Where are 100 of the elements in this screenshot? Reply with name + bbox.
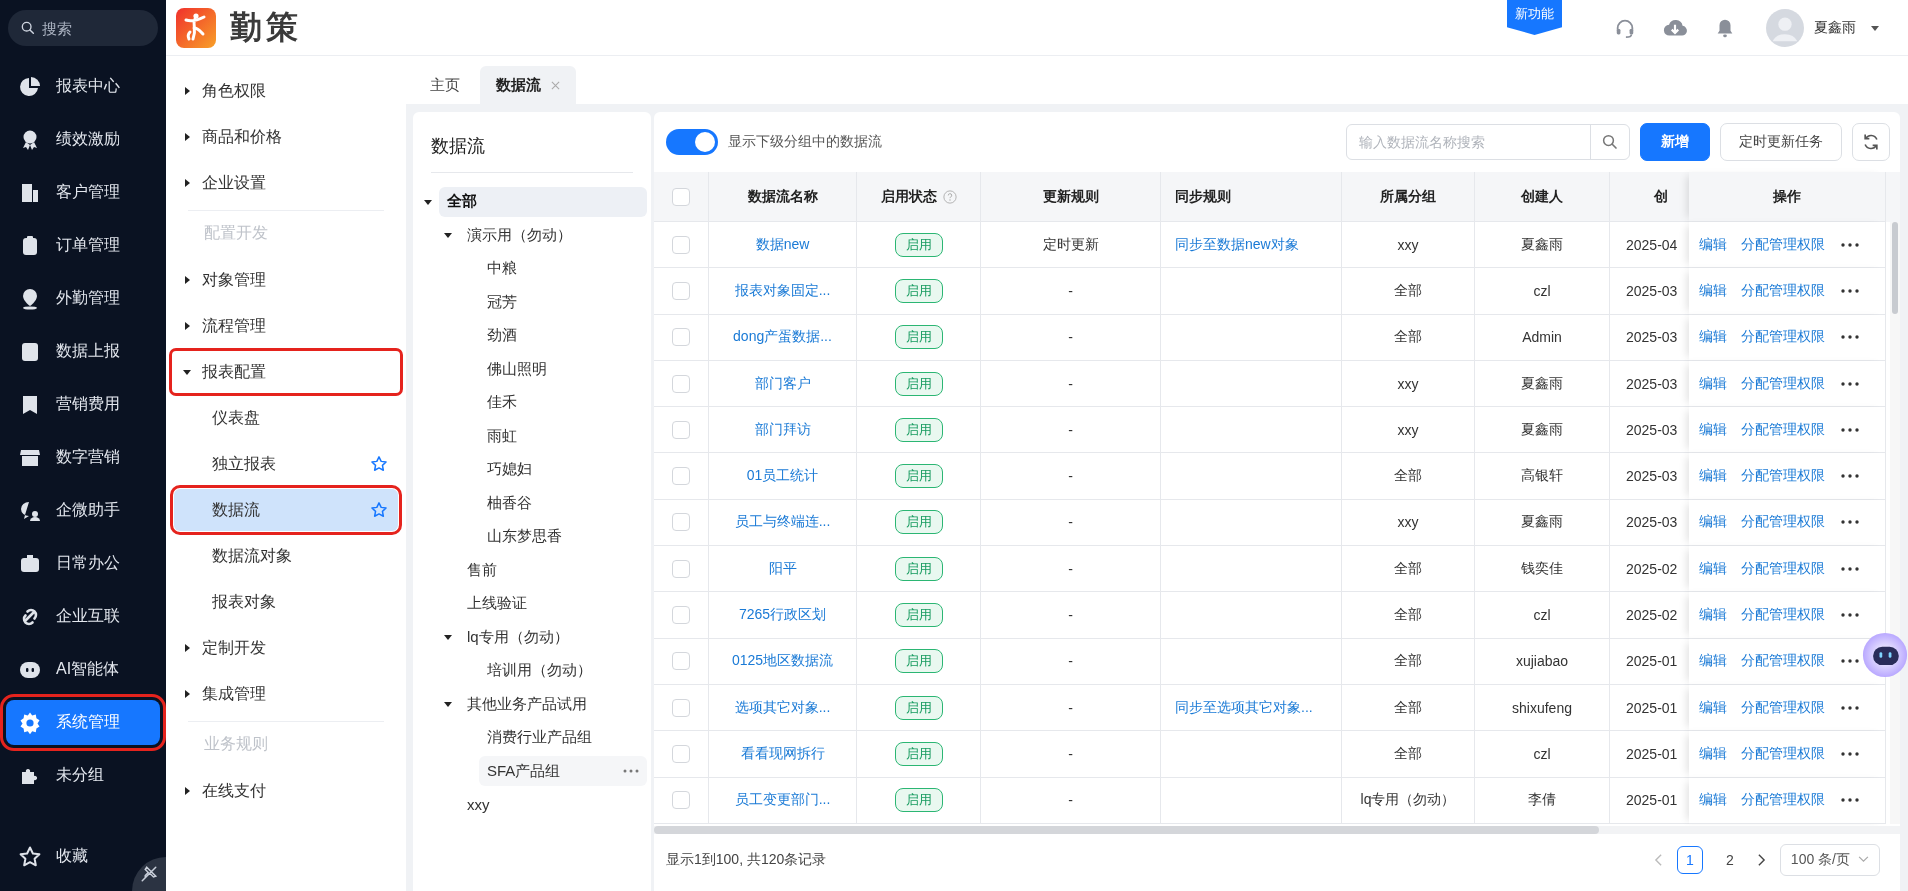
checkbox[interactable] (672, 328, 690, 347)
name-link[interactable]: 部门拜访 (754, 420, 811, 439)
checkbox[interactable] (672, 235, 690, 254)
edit-link[interactable]: 编辑 (1699, 606, 1727, 624)
more-icon[interactable] (1841, 520, 1859, 525)
caret-icon[interactable] (182, 643, 192, 653)
permission-link[interactable]: 分配管理权限 (1741, 606, 1825, 624)
caret-icon[interactable] (182, 178, 192, 188)
tree-item[interactable]: 佛山照明 (479, 354, 647, 385)
edit-link[interactable]: 编辑 (1699, 281, 1727, 300)
menu-group[interactable]: 定制开发 (172, 627, 400, 669)
name-link[interactable]: 员工变更部门... (734, 791, 831, 810)
tree-item[interactable]: 培训用（勿动） (479, 655, 647, 686)
more-icon[interactable] (1841, 659, 1859, 664)
tree-item[interactable]: 上线验证 (459, 588, 647, 619)
nav-item[interactable]: AI智能体 (6, 647, 160, 692)
checkbox[interactable] (672, 281, 690, 300)
edit-link[interactable]: 编辑 (1699, 235, 1727, 254)
checkbox[interactable] (672, 652, 690, 671)
menu-group[interactable]: 流程管理 (172, 305, 400, 347)
more-icon[interactable] (1841, 613, 1859, 617)
more-icon[interactable] (1841, 242, 1859, 247)
page-button[interactable]: 1 (1676, 845, 1703, 874)
caret-icon[interactable] (182, 367, 192, 377)
checkbox[interactable] (672, 374, 690, 393)
nav-item[interactable]: 营销费用 (6, 382, 160, 427)
permission-link[interactable]: 分配管理权限 (1741, 328, 1825, 347)
checkbox[interactable] (672, 744, 690, 763)
refresh-button[interactable] (1852, 123, 1890, 161)
tree-item[interactable]: 演示用（勿动） (459, 220, 647, 251)
nav-item[interactable]: 数据上报 (6, 329, 160, 374)
schedule-button[interactable]: 定时更新任务 (1720, 123, 1842, 161)
name-link[interactable]: 01员工统计 (746, 467, 819, 486)
menu-group[interactable]: 在线支付 (172, 770, 400, 812)
permission-link[interactable]: 分配管理权限 (1741, 281, 1825, 300)
nav-item[interactable]: 客户管理 (6, 170, 160, 215)
add-button[interactable]: 新增 (1640, 123, 1710, 161)
permission-link[interactable]: 分配管理权限 (1741, 744, 1825, 763)
star-icon[interactable] (370, 501, 388, 519)
more-icon[interactable] (1841, 335, 1859, 340)
favorites-item[interactable]: 收藏 (6, 834, 126, 879)
name-link[interactable]: 看看现网拆行 (740, 744, 825, 763)
name-link[interactable]: 部门客户 (754, 374, 811, 393)
next-page-icon[interactable] (1756, 852, 1766, 867)
permission-link[interactable]: 分配管理权限 (1741, 420, 1825, 439)
menu-item[interactable]: 数据流对象 (174, 535, 398, 577)
page-size-select[interactable]: 100 条/页 (1779, 843, 1880, 876)
menu-item[interactable]: 独立报表 (174, 443, 398, 485)
nav-item[interactable]: 订单管理 (6, 223, 160, 268)
menu-group[interactable]: 企业设置 (172, 162, 400, 204)
tree-item[interactable]: 中粮 (479, 253, 647, 284)
edit-link[interactable]: 编辑 (1699, 698, 1727, 717)
edit-link[interactable]: 编辑 (1699, 791, 1727, 810)
nav-item[interactable]: 未分组 (6, 753, 160, 798)
page-button[interactable]: 2 (1716, 845, 1743, 874)
permission-link[interactable]: 分配管理权限 (1741, 559, 1825, 578)
more-icon[interactable] (1841, 288, 1859, 293)
edit-link[interactable]: 编辑 (1699, 559, 1727, 578)
tree-item[interactable]: 劲酒 (479, 320, 647, 351)
permission-link[interactable]: 分配管理权限 (1741, 513, 1825, 532)
tree-item[interactable]: xxy (459, 789, 647, 820)
nav-item[interactable]: 外勤管理 (6, 276, 160, 321)
tree-item[interactable]: 雨虹 (479, 421, 647, 452)
tree-item[interactable]: 消费行业产品组 (479, 722, 647, 753)
checkbox[interactable] (672, 467, 690, 486)
edit-link[interactable]: 编辑 (1699, 467, 1727, 486)
sync-link[interactable]: 同步至选项其它对象... (1175, 698, 1313, 717)
nav-item[interactable]: 绩效激励 (6, 117, 160, 162)
tree-item[interactable]: 山东梦思香 (479, 521, 647, 552)
sync-link[interactable]: 同步至数据new对象 (1175, 235, 1299, 254)
caret-icon[interactable] (182, 275, 192, 285)
caret-icon[interactable] (182, 321, 192, 331)
nav-item[interactable]: 企业互联 (6, 594, 160, 639)
horizontal-scrollbar[interactable] (654, 825, 1900, 834)
tab[interactable]: 主页 (414, 66, 476, 104)
checkbox[interactable] (672, 420, 690, 439)
search-field[interactable]: 输入数据流名称搜索 (1346, 124, 1630, 160)
checkbox[interactable] (672, 791, 690, 810)
edit-link[interactable]: 编辑 (1699, 744, 1727, 763)
permission-link[interactable]: 分配管理权限 (1741, 698, 1825, 717)
tree-item[interactable]: SFA产品组 (479, 756, 647, 787)
menu-item[interactable]: 报表对象 (174, 581, 398, 623)
caret-icon[interactable] (182, 86, 192, 96)
user-name[interactable]: 夏鑫雨 (1814, 18, 1856, 37)
permission-link[interactable]: 分配管理权限 (1741, 374, 1825, 393)
name-link[interactable]: 7265行政区划 (738, 606, 827, 624)
tree-item[interactable]: 巧媳妇 (479, 454, 647, 485)
permission-link[interactable]: 分配管理权限 (1741, 791, 1825, 810)
permission-link[interactable]: 分配管理权限 (1741, 652, 1825, 671)
checkbox[interactable] (672, 187, 690, 206)
more-icon[interactable] (1841, 705, 1859, 710)
permission-link[interactable]: 分配管理权限 (1741, 235, 1825, 254)
name-link[interactable]: 选项其它对象... (734, 698, 831, 717)
more-icon[interactable] (1841, 427, 1859, 432)
tree-item[interactable]: 柚香谷 (479, 488, 647, 519)
checkbox[interactable] (672, 513, 690, 532)
permission-link[interactable]: 分配管理权限 (1741, 467, 1825, 486)
tree-item[interactable]: 全部 (439, 186, 647, 217)
name-link[interactable]: 数据new (755, 235, 810, 254)
menu-group[interactable]: 集成管理 (172, 673, 400, 715)
